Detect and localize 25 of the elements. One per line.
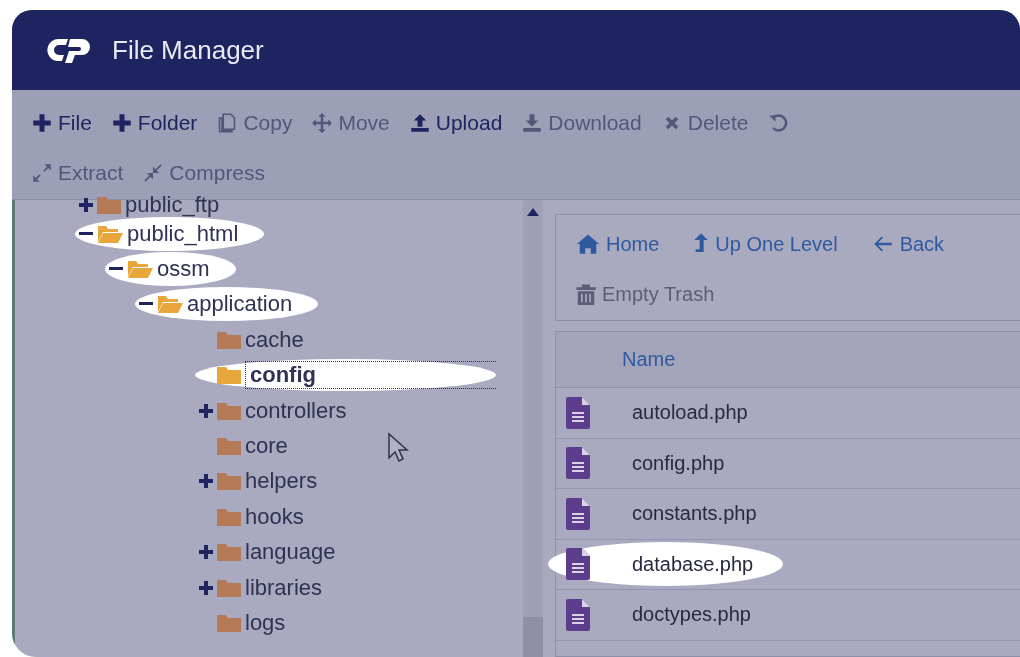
folder-tree-item[interactable]: config <box>195 359 496 392</box>
toolbar-button[interactable]: Upload <box>409 98 523 148</box>
nav-button[interactable]: Up One Level <box>693 219 838 269</box>
folder-tree-item[interactable]: core <box>213 431 302 462</box>
file-row[interactable]: doctypes.php <box>556 592 781 637</box>
folder-tree-item[interactable]: libraries <box>213 572 337 603</box>
folder-tree-item[interactable]: cache <box>213 324 318 355</box>
toolbar-button[interactable]: File <box>32 98 112 148</box>
folder-tree-item[interactable]: public_html <box>75 216 265 251</box>
window-title: File Manager <box>112 34 264 66</box>
nav-button[interactable]: Back <box>871 219 945 269</box>
column-header[interactable]: Name <box>622 348 676 371</box>
folder-tree-item[interactable]: hooks <box>213 501 318 532</box>
folder-tree-item[interactable]: ossm <box>105 252 236 287</box>
folder-tree-item[interactable]: helpers <box>213 466 332 497</box>
toolbar-button[interactable]: Folder <box>111 98 218 148</box>
file-row[interactable]: constants.php <box>556 491 787 536</box>
file-row[interactable]: autoload.php <box>556 390 778 435</box>
folder-tree-item[interactable]: language <box>213 537 350 568</box>
folder-tree-item[interactable]: logs <box>213 608 300 638</box>
file-row[interactable]: config.php <box>556 441 755 486</box>
nav-button[interactable]: Home <box>576 219 660 269</box>
folder-tree-item[interactable]: controllers <box>213 395 361 426</box>
folder-tree-item[interactable]: application <box>135 287 319 322</box>
file-row[interactable]: database.php <box>548 542 784 587</box>
